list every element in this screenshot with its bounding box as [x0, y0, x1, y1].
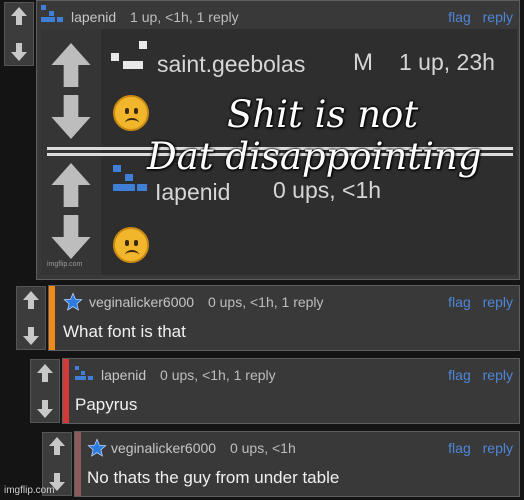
meme-user2-meta: 0 ups, <1h [273, 177, 382, 203]
upvote-arrow-icon[interactable] [49, 437, 65, 455]
flag-link[interactable]: flag [448, 440, 471, 456]
flag-link[interactable]: flag [448, 294, 471, 310]
meme-caption-line1: Shit is not [227, 93, 419, 136]
upvote-arrow-icon [43, 37, 99, 93]
comment-2-card: lapenid 0 ups, <1h, 1 reply flag reply P… [62, 358, 520, 424]
comment-thread-strip [63, 359, 69, 423]
downvote-arrow-icon[interactable] [11, 43, 27, 61]
meme-watermark: imgflip.com [47, 261, 83, 268]
reply-link[interactable]: reply [483, 440, 513, 456]
pixel-avatar-icon [41, 5, 67, 25]
downvote-arrow-icon [43, 89, 99, 145]
flag-link[interactable]: flag [448, 9, 471, 25]
pixel-avatar-icon [75, 366, 97, 384]
top-vote-column [4, 2, 34, 66]
star-badge-icon [63, 292, 83, 317]
comment-meta: 1 up, <1h, 1 reply [130, 9, 239, 25]
upvote-arrow-icon[interactable] [11, 7, 27, 25]
meme-user1-badge: M [353, 49, 373, 76]
upvote-arrow-icon [43, 157, 99, 213]
comment-body: Papyrus [75, 395, 138, 414]
comment-username[interactable]: lapenid [71, 9, 116, 25]
comment-body: What font is that [63, 322, 186, 341]
comment-thread-strip [75, 432, 81, 496]
comment-username[interactable]: veginalicker6000 [89, 294, 194, 310]
meme-user1-name: saint.geebolas [157, 51, 306, 77]
comment-3-card: veginalicker6000 0 ups, <1h flag reply N… [74, 431, 520, 497]
comment-2-vote-column [30, 359, 60, 423]
comment-1-vote-column [16, 286, 46, 350]
comment-meta: 0 ups, <1h, 1 reply [207, 294, 324, 310]
top-comment-card: lapenid 1 up, <1h, 1 reply flag reply im… [36, 0, 520, 280]
pixel-avatar-icon [111, 41, 151, 71]
comment-username[interactable]: veginalicker6000 [111, 440, 216, 456]
downvote-arrow-icon[interactable] [37, 400, 53, 418]
reply-link[interactable]: reply [483, 367, 513, 383]
meme-image: imgflip.com saint.geebolas M 1 up, 23h I… [41, 29, 517, 275]
imgflip-watermark: imgflip.com [4, 485, 55, 496]
flag-link[interactable]: flag [448, 367, 471, 383]
comment-meta: 0 ups, <1h [229, 440, 296, 456]
reply-link[interactable]: reply [483, 294, 513, 310]
frown-emoji-icon [113, 227, 149, 263]
comment-meta: 0 ups, <1h, 1 reply [160, 367, 276, 383]
upvote-arrow-icon[interactable] [23, 291, 39, 309]
meme-caption-line2: Dat disappointing [147, 135, 482, 178]
comment-thread-strip [49, 286, 55, 350]
downvote-arrow-icon[interactable] [23, 327, 39, 345]
frown-emoji-icon [113, 95, 149, 131]
star-badge-icon [87, 438, 107, 463]
comment-body: No thats the guy from under table [87, 468, 340, 487]
comment-username[interactable]: lapenid [101, 367, 146, 383]
meme-user2-name: Iapenid [155, 179, 231, 205]
reply-link[interactable]: reply [483, 9, 513, 25]
comment-1-card: veginalicker6000 0 ups, <1h, 1 reply fla… [48, 285, 520, 351]
upvote-arrow-icon[interactable] [37, 364, 53, 382]
meme-user1-meta: 1 up, 23h [399, 49, 495, 75]
downvote-arrow-icon [43, 209, 99, 265]
